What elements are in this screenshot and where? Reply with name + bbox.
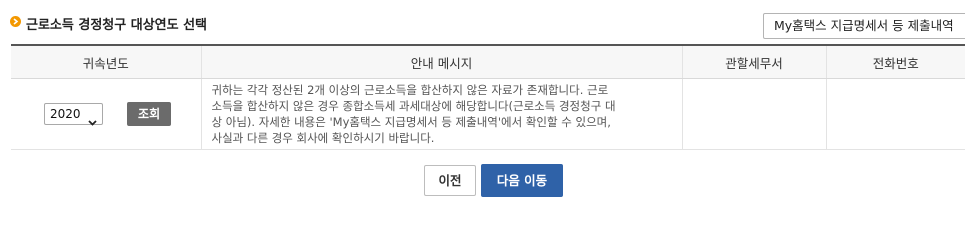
column-header-phone: 전화번호 (825, 44, 965, 79)
message-cell: 귀하는 각각 정산된 2개 이상의 근로소득을 합산하지 않은 자료가 존재합니… (200, 78, 682, 150)
section-title: 근로소득 경정청구 대상연도 선택 (26, 18, 208, 33)
message-line: 사실과 다른 경우 회사에 확인하시기 바랍니다. (211, 131, 435, 145)
next-button[interactable]: 다음 이동 (481, 164, 563, 197)
phone-cell (825, 78, 965, 150)
message-line: 귀하는 각각 정산된 2개 이상의 근로소득을 합산하지 않은 자료가 존재합니… (211, 83, 609, 97)
prev-button[interactable]: 이전 (424, 165, 476, 196)
chevron-down-icon (88, 111, 97, 130)
column-header-message: 안내 메시지 (200, 44, 682, 79)
year-select[interactable]: 2020 (44, 103, 103, 126)
table-row: 2020 조회 귀하는 각각 정산된 2개 이상의 근로소득을 합산하지 않은 … (11, 78, 965, 150)
search-button[interactable]: 조회 (127, 102, 172, 126)
column-header-year: 귀속년도 (11, 44, 201, 79)
year-cell: 2020 조회 (11, 78, 201, 150)
chevron-right-circle-icon (10, 16, 21, 27)
tax-office-cell (681, 78, 826, 150)
my-hometax-submission-button[interactable]: My홈택스 지급명세서 등 제출내역 (763, 13, 965, 39)
message-line: 상 아님). 자세한 내용은 'My홈택스 지급명세서 등 제출내역'에서 확인… (211, 115, 611, 129)
year-selection-table: 귀속년도 안내 메시지 관할세무서 전화번호 2020 조회 귀하는 각각 정산… (11, 44, 965, 150)
table-header-row: 귀속년도 안내 메시지 관할세무서 전화번호 (11, 44, 965, 79)
year-select-value: 2020 (50, 107, 81, 121)
message-line: 소득을 합산하지 않은 경우 종합소득세 과세대상에 해당합니다(근로소득 경정… (211, 99, 616, 113)
column-header-tax-office: 관할세무서 (681, 44, 826, 79)
